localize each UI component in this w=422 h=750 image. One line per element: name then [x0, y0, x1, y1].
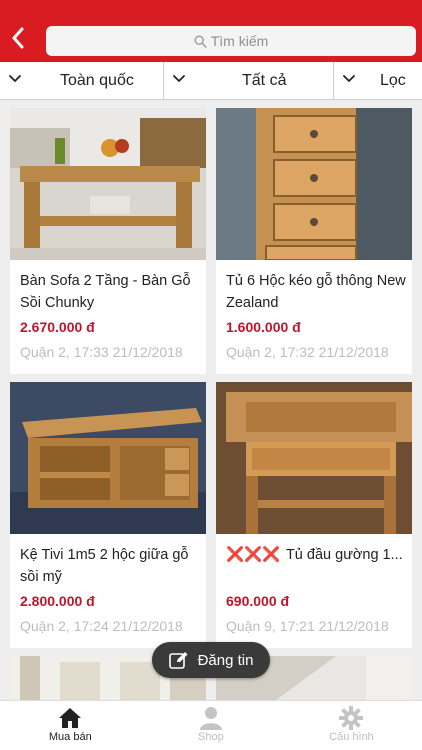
listing-card[interactable]: ❌❌❌ Tủ đầu gường 1... 690.000 đ Quận 9, …	[216, 382, 412, 648]
cross-mark-icon: ❌❌❌	[226, 547, 281, 563]
filter-category[interactable]: Tất cả	[164, 62, 334, 99]
chevron-down-icon	[8, 74, 22, 84]
tab-label: Shop	[198, 731, 224, 743]
filter-location[interactable]: Toàn quốc	[0, 62, 164, 99]
post-listing-button[interactable]: Đăng tin	[152, 642, 270, 678]
listing-meta: Quận 2, 17:24 21/12/2018	[20, 618, 183, 634]
listing-image	[216, 108, 412, 260]
listing-meta: Quận 9, 17:21 21/12/2018	[226, 618, 389, 634]
chevron-down-icon	[172, 74, 186, 84]
tab-cau-hinh[interactable]: Cấu hình	[281, 701, 422, 750]
filter-more-label: Lọc	[380, 71, 406, 89]
listing-card[interactable]: Tủ 6 Hộc kéo gỗ thông New Zealand 1.600.…	[216, 108, 412, 374]
listing-meta: Quận 2, 17:33 21/12/2018	[20, 344, 183, 360]
listing-title-text: Tủ đầu gường 1...	[285, 547, 403, 563]
listing-price: 2.800.000 đ	[20, 593, 95, 609]
bottom-tab-bar: Mua bán Shop Cấu hình	[0, 700, 422, 750]
listing-image	[10, 108, 206, 260]
listing-card[interactable]: Kệ Tivi 1m5 2 hộc giữa gỗ sồi mỹ 2.800.0…	[10, 382, 206, 648]
listing-card[interactable]: Bàn Sofa 2 Tầng - Bàn Gỗ Sồi Chunky 2.67…	[10, 108, 206, 374]
search-icon	[194, 34, 207, 48]
listing-title: Tủ 6 Hộc kéo gỗ thông New Zealand	[226, 273, 406, 311]
chevron-left-icon	[11, 27, 25, 54]
listing-title: Bàn Sofa 2 Tầng - Bàn Gỗ Sồi Chunky	[20, 273, 191, 311]
listing-image	[10, 382, 206, 534]
listing-price: 2.670.000 đ	[20, 319, 95, 335]
top-bar: Tìm kiếm	[0, 0, 422, 62]
filter-category-label: Tất cả	[242, 71, 287, 89]
gear-icon	[339, 705, 364, 731]
tab-label: Mua bán	[48, 731, 92, 743]
edit-icon	[168, 651, 189, 669]
listing-title: Kệ Tivi 1m5 2 hộc giữa gỗ sồi mỹ	[20, 547, 189, 585]
listing-price: 1.600.000 đ	[226, 319, 301, 335]
tab-mua-ban[interactable]: Mua bán	[0, 701, 141, 750]
filter-location-label: Toàn quốc	[60, 71, 134, 89]
listing-price: 690.000 đ	[226, 593, 290, 609]
user-icon	[199, 705, 222, 731]
search-placeholder: Tìm kiếm	[210, 33, 269, 49]
listing-image	[216, 382, 412, 534]
listing-title: ❌❌❌ Tủ đầu gường 1...	[226, 544, 406, 588]
back-button[interactable]	[6, 25, 30, 55]
filter-more[interactable]: Lọc	[334, 62, 422, 99]
tab-label: Cấu hình	[329, 731, 374, 743]
listing-meta: Quận 2, 17:32 21/12/2018	[226, 344, 389, 360]
filter-bar: Toàn quốc Tất cả Lọc	[0, 62, 422, 100]
search-input[interactable]: Tìm kiếm	[46, 26, 416, 56]
tab-shop[interactable]: Shop	[141, 701, 282, 750]
chevron-down-icon	[342, 74, 356, 84]
home-icon	[58, 705, 82, 731]
post-listing-label: Đăng tin	[197, 651, 254, 669]
